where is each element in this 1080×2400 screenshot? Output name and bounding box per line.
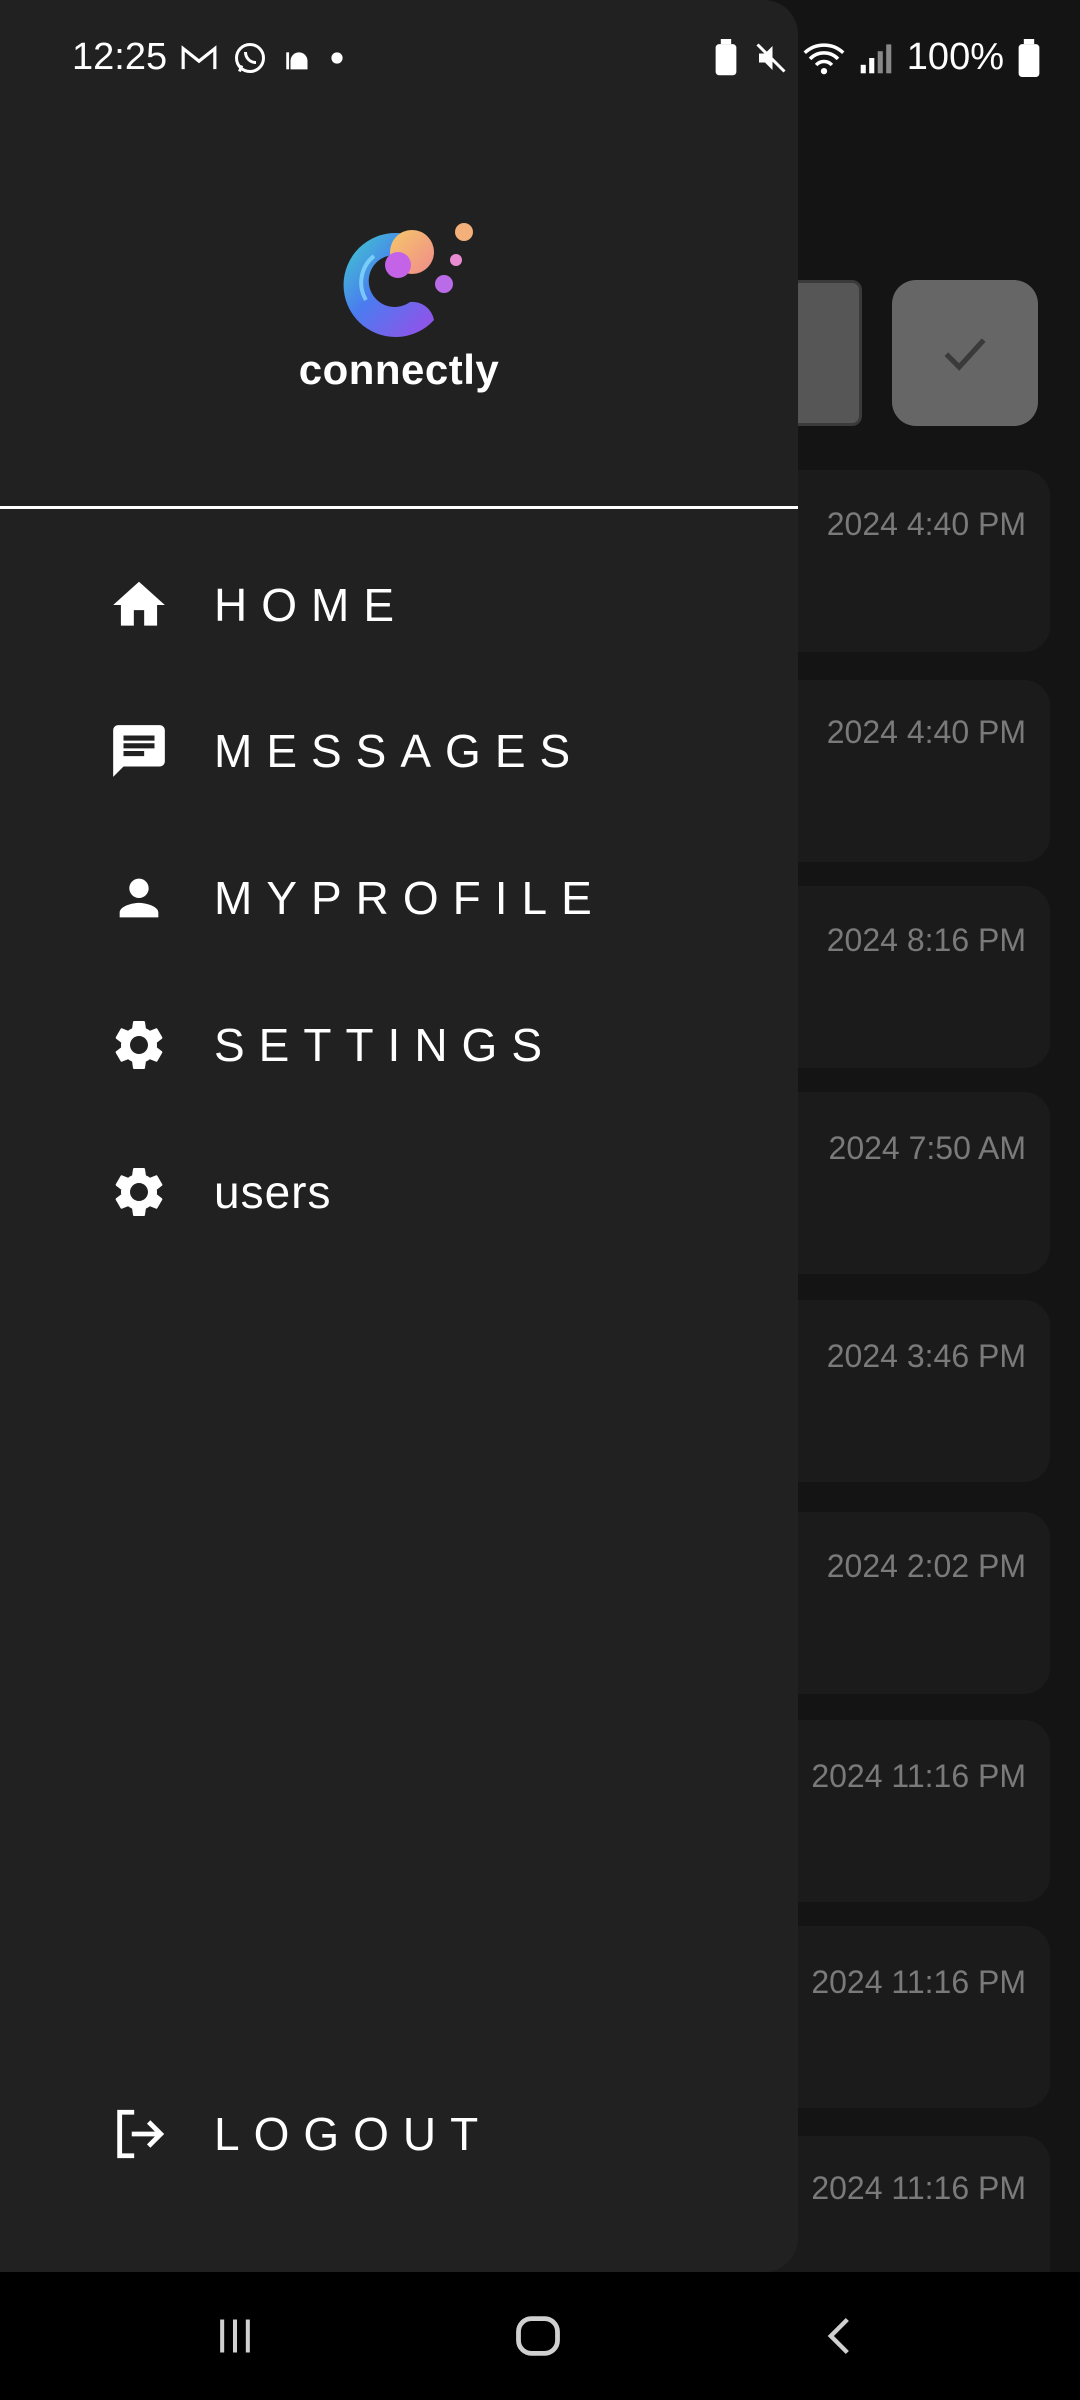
logout-button[interactable]: LOGOUT — [104, 2089, 764, 2179]
status-bar: 12:25 100% — [0, 0, 1080, 120]
background-confirm-button[interactable] — [892, 280, 1038, 426]
logout-icon — [104, 2099, 174, 2169]
signal-icon — [860, 43, 892, 73]
nav-item-users[interactable]: users — [104, 1147, 764, 1237]
battery-icon — [1018, 38, 1040, 77]
gear-icon — [104, 1010, 174, 1080]
dot-icon — [331, 52, 343, 64]
message-timestamp: 2024 2:02 PM — [826, 1548, 1026, 1584]
notification-icons — [180, 40, 344, 76]
recent-apps-button[interactable] — [175, 2272, 295, 2400]
recent-apps-icon — [220, 2319, 250, 2353]
drawer-divider — [0, 506, 798, 509]
back-button[interactable] — [780, 2272, 900, 2400]
wifi-icon — [803, 42, 845, 74]
message-timestamp: 2024 11:16 PM — [811, 1964, 1026, 2000]
message-timestamp: 2024 7:50 AM — [828, 1130, 1026, 1166]
home-button[interactable] — [478, 2272, 598, 2400]
mosque-icon — [286, 52, 308, 70]
home-icon — [104, 570, 174, 640]
navigation-drawer: connectly HOME MESSAGES MYPROFILE SETTIN… — [0, 0, 798, 2272]
battery-saver-icon — [715, 38, 737, 75]
person-icon — [104, 863, 174, 933]
connectly-logo-icon — [343, 223, 473, 337]
app-logo-text: connectly — [298, 346, 500, 393]
nav-item-label: users — [214, 1166, 332, 1218]
system-status-icons: 100% — [713, 36, 1040, 79]
message-timestamp: 2024 4:40 PM — [826, 506, 1026, 542]
nav-item-myprofile[interactable]: MYPROFILE — [104, 853, 764, 943]
system-navigation-bar — [0, 2272, 1080, 2400]
back-icon — [827, 2317, 849, 2355]
nav-item-label: MYPROFILE — [214, 872, 606, 924]
nav-item-label: SETTINGS — [214, 1019, 557, 1071]
message-timestamp: 2024 3:46 PM — [826, 1338, 1026, 1374]
nav-item-settings[interactable]: SETTINGS — [104, 1000, 764, 1090]
message-icon — [104, 716, 174, 786]
message-timestamp: 2024 11:16 PM — [811, 1758, 1026, 1794]
nav-item-home[interactable]: HOME — [104, 560, 764, 650]
home-circle-icon — [516, 2316, 560, 2356]
message-timestamp: 2024 11:16 PM — [811, 2170, 1026, 2206]
check-icon — [944, 338, 986, 371]
message-timestamp: 2024 4:40 PM — [826, 714, 1026, 750]
nav-item-label: HOME — [214, 579, 408, 631]
gear-icon — [104, 1157, 174, 1227]
message-timestamp: 2024 8:16 PM — [826, 922, 1026, 958]
nav-item-messages[interactable]: MESSAGES — [104, 706, 764, 796]
nav-item-label: MESSAGES — [214, 725, 585, 777]
logout-label: LOGOUT — [214, 2108, 493, 2160]
battery-percentage: 100% — [906, 36, 1004, 78]
gmail-icon — [181, 45, 217, 70]
whatsapp-icon — [235, 43, 265, 73]
mute-icon — [756, 42, 786, 73]
screen: 2024 4:40 PM 2024 4:40 PM 2024 8:16 PM 2… — [0, 0, 1080, 2400]
status-time: 12:25 — [72, 36, 168, 78]
